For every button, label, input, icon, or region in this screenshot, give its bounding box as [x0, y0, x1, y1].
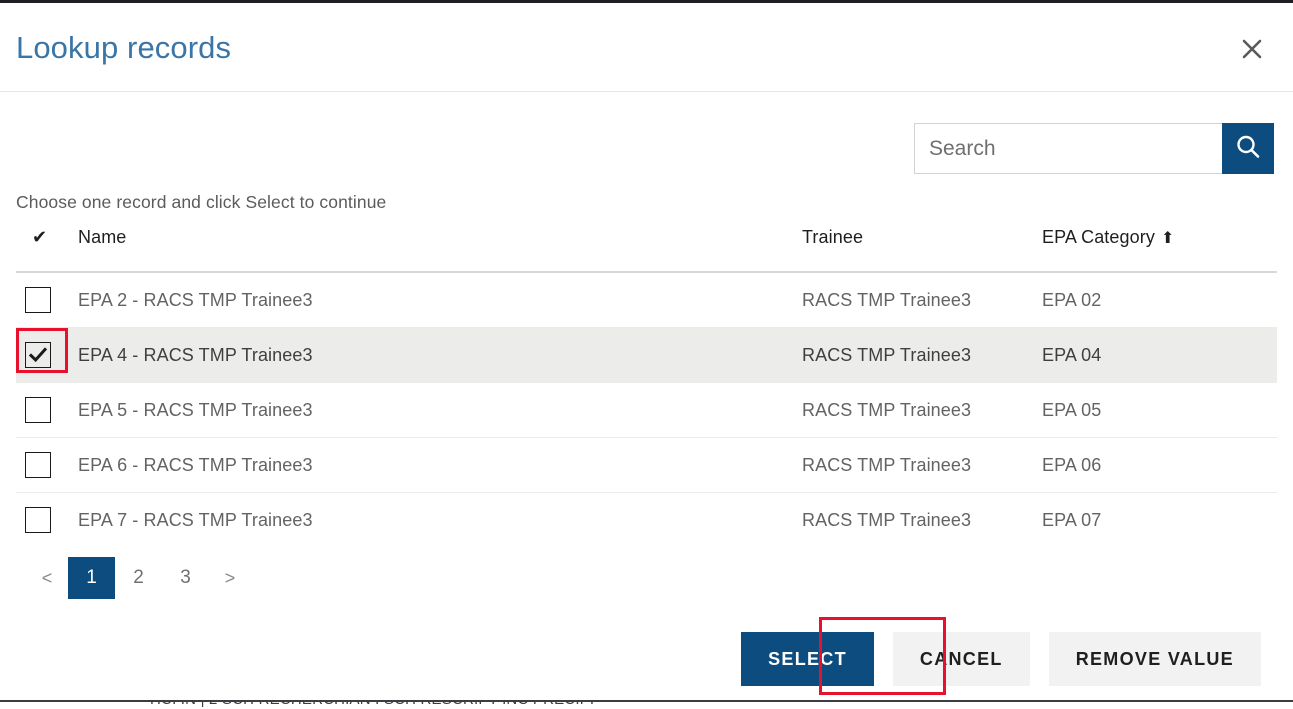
select-button[interactable]: SELECT: [741, 632, 874, 686]
cell-name: EPA 4 - RACS TMP Trainee3: [78, 345, 313, 365]
column-header-epa-category-label: EPA Category: [1042, 227, 1155, 247]
cell-epa-category: EPA 06: [1042, 455, 1102, 475]
table-row[interactable]: EPA 5 - RACS TMP Trainee3 RACS TMP Train…: [16, 383, 1277, 438]
pagination-page-3[interactable]: 3: [162, 557, 209, 599]
cancel-button[interactable]: CANCEL: [892, 632, 1030, 686]
pagination-page-2[interactable]: 2: [115, 557, 162, 599]
row-checkbox-wrap: [25, 507, 51, 533]
cell-name: EPA 7 - RACS TMP Trainee3: [78, 510, 313, 530]
row-checkbox[interactable]: [25, 342, 51, 368]
background-clipped-strip: HCI IN | 2 SCH RECHERCHIAN I SCH RESCRIP…: [0, 700, 1293, 709]
search-input[interactable]: [914, 123, 1222, 174]
column-header-name[interactable]: Name: [78, 227, 126, 248]
dialog-header: Lookup records: [0, 3, 1293, 92]
column-header-epa-category[interactable]: EPA Category ⬆: [1042, 227, 1174, 248]
cell-name: EPA 5 - RACS TMP Trainee3: [78, 400, 313, 420]
column-header-trainee[interactable]: Trainee: [802, 227, 863, 248]
close-icon[interactable]: [1237, 34, 1267, 64]
row-checkbox[interactable]: [25, 507, 51, 533]
cell-trainee: RACS TMP Trainee3: [802, 455, 972, 475]
cell-epa-category: EPA 02: [1042, 290, 1102, 310]
cell-name: EPA 6 - RACS TMP Trainee3: [78, 455, 313, 475]
cell-epa-category: EPA 07: [1042, 510, 1102, 530]
row-checkbox[interactable]: [25, 452, 51, 478]
search-icon: [1233, 132, 1263, 165]
row-checkbox-wrap: [25, 397, 51, 423]
table-header-row: ✔ Name Trainee EPA Category ⬆: [16, 227, 1277, 273]
table-row[interactable]: EPA 6 - RACS TMP Trainee3 RACS TMP Train…: [16, 438, 1277, 493]
background-clipped-text: HCI IN | 2 SCH RECHERCHIAN I SCH RESCRIP…: [150, 700, 594, 708]
cell-trainee: RACS TMP Trainee3: [802, 510, 972, 530]
cell-epa-category: EPA 05: [1042, 400, 1102, 420]
pagination: < 1 2 3 >: [26, 557, 251, 599]
table-row[interactable]: EPA 2 - RACS TMP Trainee3 RACS TMP Train…: [16, 273, 1277, 328]
sort-ascending-icon: ⬆: [1160, 230, 1175, 247]
cell-name: EPA 2 - RACS TMP Trainee3: [78, 290, 313, 310]
lookup-records-dialog: Lookup records Choose one record and cl: [0, 3, 1293, 697]
remove-value-button[interactable]: REMOVE VALUE: [1048, 632, 1261, 686]
row-checkbox-wrap: [25, 452, 51, 478]
search-bar: [914, 123, 1274, 174]
table-row[interactable]: EPA 4 - RACS TMP Trainee3 RACS TMP Train…: [16, 328, 1277, 383]
row-checkbox-wrap: [25, 287, 51, 313]
pagination-page-1[interactable]: 1: [68, 557, 115, 599]
screen-root: Lookup records Choose one record and cl: [0, 0, 1293, 709]
instruction-text: Choose one record and click Select to co…: [16, 192, 387, 212]
row-checkbox-wrap: [25, 342, 51, 368]
cell-trainee: RACS TMP Trainee3: [802, 400, 972, 420]
pagination-next[interactable]: >: [209, 557, 251, 599]
table-row[interactable]: EPA 7 - RACS TMP Trainee3 RACS TMP Train…: [16, 493, 1277, 547]
page-title: Lookup records: [16, 30, 232, 65]
column-header-check: ✔: [32, 227, 48, 247]
records-table: ✔ Name Trainee EPA Category ⬆ EPA 2 - RAC…: [16, 227, 1277, 547]
row-checkbox[interactable]: [25, 287, 51, 313]
search-button[interactable]: [1222, 123, 1274, 174]
pagination-prev[interactable]: <: [26, 557, 68, 599]
row-checkbox[interactable]: [25, 397, 51, 423]
cell-epa-category: EPA 04: [1042, 345, 1102, 365]
cell-trainee: RACS TMP Trainee3: [802, 290, 972, 310]
cell-trainee: RACS TMP Trainee3: [802, 345, 972, 365]
dialog-footer: SELECT CANCEL REMOVE VALUE: [0, 631, 1277, 687]
